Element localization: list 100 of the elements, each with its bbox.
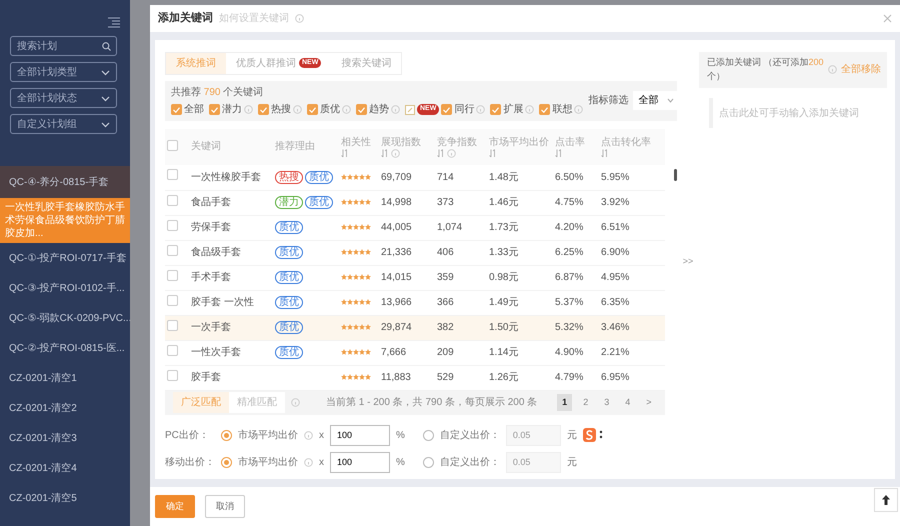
bid-label: PC出价： (165, 428, 210, 442)
checkbox[interactable] (167, 244, 178, 256)
table-cell: 1.46元 (489, 197, 518, 208)
column-header: 关键词 (191, 141, 222, 153)
check-icon (358, 106, 365, 112)
info-icon (574, 105, 584, 114)
info-icon (295, 14, 304, 23)
plan-item[interactable]: CZ-0201-清空2 (0, 393, 130, 423)
search-icon (102, 42, 111, 51)
sort-icon[interactable] (341, 148, 348, 158)
filter-dropdown[interactable]: 自定义计划组 (10, 114, 117, 134)
plan-item[interactable]: QC-①-投产ROI-0717-手套 (0, 243, 130, 273)
checkbox[interactable] (167, 294, 178, 306)
checkbox[interactable] (167, 344, 178, 356)
sort-icon[interactable] (555, 148, 562, 158)
checkbox[interactable] (490, 104, 502, 115)
checkbox[interactable] (167, 270, 178, 280)
table-cell: 14,015 (381, 272, 412, 283)
info-icon (291, 398, 300, 407)
category-label: 同行 (454, 103, 474, 117)
table-cell: 373 (437, 197, 454, 208)
plan-item[interactable]: CZ-0201-清空5 (0, 483, 130, 513)
table-cell: 6.87% (555, 272, 584, 283)
metric-filter-dropdown[interactable]: 全部 (633, 91, 680, 110)
column-header: 竞争指数 (437, 136, 478, 148)
bid-label: 移动出价： (165, 456, 215, 470)
table-cell: 5.37% (555, 297, 584, 308)
table-cell: 1.49元 (489, 297, 518, 308)
table-cell: 3.92% (601, 197, 630, 208)
radio-label: 自定义出价： (440, 428, 500, 442)
radio-button[interactable] (221, 456, 232, 468)
checkbox[interactable] (539, 104, 550, 115)
next-page-button[interactable]: > (641, 394, 656, 412)
checkbox[interactable] (307, 104, 318, 115)
info-icon (390, 148, 400, 158)
info-icon (304, 458, 313, 466)
radio-button[interactable] (422, 430, 434, 440)
table-cell: 1.50元 (489, 322, 518, 333)
page-button[interactable]: 3 (599, 394, 614, 412)
plan-item[interactable]: QC-③-投产ROI-0102-手... (0, 273, 130, 303)
transfer-button[interactable]: >> (682, 255, 694, 269)
radio-button[interactable] (422, 456, 434, 468)
radio-label: 自定义出价： (440, 456, 500, 470)
table-cell: 6.90% (601, 247, 630, 258)
percent-field[interactable]: 100 (330, 452, 390, 472)
table-cell: 406 (437, 247, 454, 258)
reason-tag: 质优 (305, 196, 333, 209)
sort-icon[interactable] (601, 148, 608, 158)
table-cell: 6.25% (555, 247, 584, 258)
checkbox[interactable] (167, 370, 178, 380)
search-field[interactable]: 搜索计划 (10, 36, 117, 56)
close-icon[interactable] (883, 14, 892, 23)
category-label: 联想 (552, 102, 572, 117)
sort-icon[interactable] (489, 148, 496, 158)
unit-text: 元 (566, 456, 577, 470)
checkbox[interactable] (209, 104, 220, 115)
plan-item[interactable]: CZ-0201-清空1 (0, 363, 130, 393)
plan-item[interactable]: CZ-0201-清空3 (0, 423, 130, 453)
page-button[interactable]: 1 (557, 394, 572, 412)
plan-item[interactable]: QC-⑤-弱款CK-0209-PVC... (0, 303, 130, 333)
checkbox[interactable] (167, 320, 178, 330)
checkbox[interactable] (356, 104, 367, 115)
scrollbar[interactable] (674, 169, 677, 181)
info-icon (446, 148, 456, 158)
chevron-down-icon (101, 94, 110, 102)
back-to-top-button[interactable] (874, 488, 898, 512)
table-cell: 6.50% (555, 172, 584, 183)
column-header: 相关性 (341, 136, 372, 148)
checkbox[interactable] (167, 169, 178, 180)
plan-item[interactable]: QC-④-养分-0815-手套 (0, 166, 130, 198)
menu-icon[interactable] (108, 17, 120, 28)
filter-dropdown[interactable]: 全部计划类型 (10, 62, 117, 82)
plan-item[interactable]: QC-②-投产ROI-0815-医... (0, 333, 130, 363)
filter-dropdown[interactable]: 全部计划状态 (10, 88, 117, 108)
chevron-down-icon (667, 98, 674, 104)
table-cell: 2.21% (601, 347, 630, 358)
info-icon (304, 430, 313, 440)
page-button[interactable]: 2 (578, 394, 594, 412)
checkbox[interactable] (441, 104, 452, 115)
table-cell: 0.98元 (489, 272, 518, 283)
radio-button[interactable] (221, 430, 232, 440)
page-button[interactable]: 4 (620, 394, 636, 412)
checkbox[interactable] (171, 104, 182, 115)
reason-tag: 质优 (305, 170, 333, 184)
checkbox[interactable] (167, 220, 178, 230)
plan-item[interactable]: CZ-0201-清空4 (0, 453, 130, 483)
checkbox[interactable] (167, 194, 178, 206)
table-cell: 4.75% (555, 197, 584, 208)
checkbox[interactable] (167, 140, 178, 150)
chevron-down-icon (101, 68, 110, 76)
cancel-button[interactable]: 取消 (205, 494, 245, 518)
keyword-text: 胶手套 (191, 372, 221, 383)
sort-icon[interactable] (381, 148, 388, 158)
arrow-up-icon (881, 494, 891, 506)
percent-field[interactable]: 100 (330, 424, 390, 446)
input-method-icon[interactable] (582, 428, 605, 442)
table-cell: 1,074 (437, 222, 462, 233)
multiply-sign: x (319, 456, 324, 470)
sort-icon[interactable] (437, 148, 444, 158)
checkbox[interactable] (258, 104, 269, 115)
